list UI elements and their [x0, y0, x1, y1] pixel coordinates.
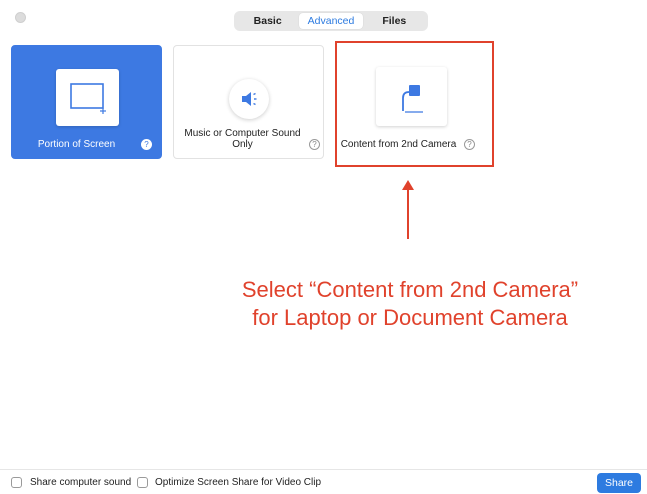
- annotation-text: Select “Content from 2nd Camera” for Lap…: [205, 276, 615, 332]
- screen-portion-icon: [56, 69, 119, 126]
- share-button[interactable]: Share: [597, 473, 641, 493]
- title-bar: Basic Advanced Files: [0, 0, 647, 38]
- help-icon[interactable]: ?: [141, 139, 152, 150]
- share-sound-label: Share computer sound: [30, 477, 132, 488]
- tab-advanced[interactable]: Advanced: [299, 13, 363, 29]
- option-label: Music or Computer Sound Only: [184, 128, 301, 150]
- highlight-box: [335, 41, 494, 167]
- annotation-line-2: for Laptop or Document Camera: [252, 305, 568, 330]
- tab-files[interactable]: Files: [363, 13, 426, 29]
- optimize-video-checkbox[interactable]: [137, 477, 148, 488]
- option-portion-of-screen[interactable]: Portion of Screen ?: [11, 45, 162, 159]
- window-close-dot[interactable]: [15, 12, 26, 23]
- share-sound-checkbox[interactable]: [11, 477, 22, 488]
- tab-basic[interactable]: Basic: [236, 13, 299, 29]
- speaker-icon: [229, 79, 269, 119]
- option-computer-sound[interactable]: Music or Computer Sound Only ?: [173, 45, 324, 159]
- share-mode-tabs: Basic Advanced Files: [234, 11, 428, 31]
- help-icon[interactable]: ?: [309, 139, 320, 150]
- option-label: Portion of Screen: [37, 139, 116, 150]
- annotation-line-1: Select “Content from 2nd Camera”: [241, 277, 579, 302]
- footer-bar: Share computer sound Optimize Screen Sha…: [0, 469, 647, 494]
- optimize-video-label: Optimize Screen Share for Video Clip: [155, 477, 322, 488]
- arrow-shaft: [407, 188, 409, 239]
